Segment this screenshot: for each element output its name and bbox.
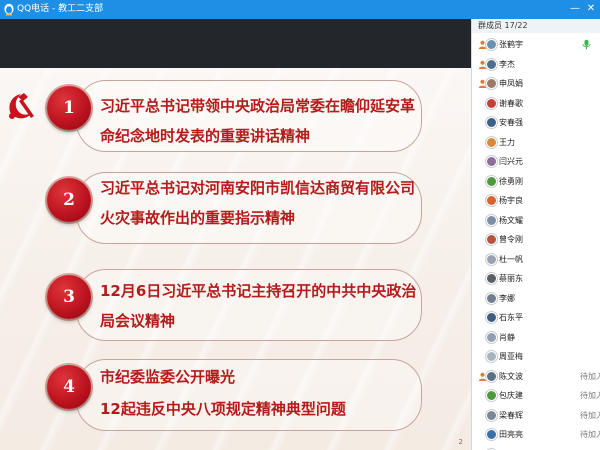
member-name: 李杰 (499, 59, 515, 69)
shared-screen: 1 习近平总书记带领中央政治局常委在瞻仰延安革 命纪念地时发表的重要讲话精神 2… (0, 19, 471, 450)
member-name: 谢春歌 (499, 98, 523, 108)
member-row[interactable]: 李娜 (472, 289, 600, 309)
avatar (486, 390, 497, 401)
member-name: 周亚梅 (499, 352, 523, 361)
member-name: 田亮亮 (499, 430, 523, 439)
agenda-item-text-line-2: 局会议精神 (100, 312, 176, 330)
member-row[interactable]: 申凤娟 (472, 74, 600, 94)
avatar (486, 234, 497, 245)
window-title: QQ电话 - 教工二支部 (17, 4, 104, 14)
member-row[interactable]: 曾令刚 (472, 230, 600, 250)
agenda-item-3: 3 12月6日习近平总书记主持召开的中共中央政治 局会议精神 (46, 269, 426, 345)
avatar (486, 429, 497, 440)
member-name: 安春强 (499, 118, 523, 127)
member-name: 曾令刚 (499, 235, 523, 244)
member-name: 杜一帆 (499, 254, 523, 264)
avatar (486, 214, 497, 226)
avatar (486, 331, 497, 343)
agenda-number-badge: 3 (47, 275, 91, 319)
avatar (486, 175, 497, 187)
member-row[interactable]: 肖静 (472, 328, 600, 348)
member-name: 王力 (499, 137, 515, 147)
qq-penguin-icon (4, 3, 14, 16)
member-name: 包庆建 (499, 391, 523, 400)
agenda-item-text-line-2: 命纪念地时发表的重要讲话精神 (100, 127, 311, 145)
member-row[interactable]: 陈文波 待加入 (472, 367, 600, 387)
agenda-item-2: 2 习近平总书记对河南安阳市凯信达商贸有限公司 火灾事故作出的重要指示精神 (46, 172, 426, 248)
member-name: 杨文耀 (499, 215, 523, 225)
avatar (486, 292, 497, 304)
member-name: 张鹤宇 (499, 40, 523, 49)
agenda-item-text-line-1: 习近平总书记对河南安阳市凯信达商贸有限公司 (100, 179, 416, 197)
avatar (486, 156, 497, 167)
avatar (486, 97, 497, 109)
member-status: 待加入 (580, 410, 600, 420)
member-row[interactable]: 夏锦宏待加入 (472, 445, 600, 450)
member-list[interactable]: 张鹤宇李杰申凤娟谢春歌安春强王力闫兴元徐勇刚杨宇良杨文耀曾令刚杜一帆蔡丽东李娜石… (472, 35, 600, 450)
member-row[interactable]: 梁春辉 待加入 (472, 406, 600, 426)
avatar (486, 312, 497, 323)
member-name: 蔡丽东 (499, 274, 523, 283)
member-row[interactable]: 安春强 (472, 113, 600, 133)
member-row[interactable]: 包庆建 待加入 (472, 386, 600, 406)
member-name: 陈文波 (499, 371, 523, 381)
agenda-item-4: 4 市纪委监委公开曝光 12起违反中央八项规定精神典型问题 (46, 359, 426, 435)
member-row[interactable]: 蔡丽东 (472, 269, 600, 289)
avatar (486, 195, 497, 206)
member-name: 徐勇刚 (499, 176, 523, 186)
member-status: 待加入 (580, 430, 600, 439)
member-row[interactable]: 谢春歌 (472, 94, 600, 114)
member-row[interactable]: 周亚梅 (472, 347, 600, 367)
member-row[interactable]: 王力 (472, 133, 600, 153)
member-row[interactable]: 张鹤宇 (472, 35, 600, 55)
member-row[interactable]: 杨宇良 (472, 191, 600, 211)
agenda-item-text-line-2: 火灾事故作出的重要指示精神 (100, 209, 296, 227)
member-name: 申凤娟 (499, 79, 523, 88)
agenda-item-text-line-1: 市纪委监委公开曝光 (100, 368, 236, 386)
minimize-button[interactable]: — (568, 2, 582, 16)
member-name: 石东平 (499, 313, 523, 322)
member-row[interactable]: 徐勇刚 (472, 172, 600, 192)
member-row[interactable]: 杨文耀 (472, 211, 600, 231)
member-name: 李娜 (499, 293, 515, 303)
avatar (486, 370, 497, 382)
avatar (486, 136, 497, 148)
agenda-item-text-line-1: 习近平总书记带领中央政治局常委在瞻仰延安革 (100, 97, 416, 115)
microphone-icon[interactable] (581, 39, 592, 50)
title-bar: QQ电话 - 教工二支部 — ✕ (0, 0, 600, 19)
avatar (486, 409, 497, 421)
member-status: 待加入 (580, 391, 600, 400)
member-count-header: 群成员 17/22 (472, 19, 600, 33)
member-name: 梁春辉 (499, 410, 523, 420)
avatar (486, 117, 497, 128)
agenda-item-1: 1 习近平总书记带领中央政治局常委在瞻仰延安革 命纪念地时发表的重要讲话精神 (46, 80, 426, 156)
hammer-sickle-icon (9, 93, 34, 119)
member-panel: 群成员 17/22 张鹤宇李杰申凤娟谢春歌安春强王力闫兴元徐勇刚杨宇良杨文耀曾令… (471, 19, 600, 450)
presentation-slide: 1 习近平总书记带领中央政治局常委在瞻仰延安革 命纪念地时发表的重要讲话精神 2… (0, 68, 471, 450)
slide-page-number: 2 (458, 438, 463, 446)
member-name: 杨宇良 (499, 196, 523, 205)
avatar (486, 78, 497, 89)
member-row[interactable]: 石东平 (472, 308, 600, 328)
member-row[interactable]: 杜一帆 (472, 250, 600, 270)
member-name: 闫兴元 (499, 157, 523, 166)
member-name: 肖静 (499, 332, 515, 342)
agenda-item-text-line-2: 12起违反中央八项规定精神典型问题 (100, 400, 346, 418)
avatar (486, 273, 497, 284)
agenda-number-badge: 1 (47, 86, 91, 130)
member-row[interactable]: 李杰 (472, 55, 600, 75)
avatar (486, 351, 497, 362)
member-row[interactable]: 闫兴元 (472, 152, 600, 172)
agenda-item-frame (76, 269, 422, 341)
agenda-number-badge: 2 (47, 178, 91, 222)
agenda-number-badge: 4 (47, 365, 91, 409)
member-row[interactable]: 田亮亮 待加入 (472, 425, 600, 445)
member-status: 待加入 (580, 371, 600, 381)
avatar (486, 253, 497, 265)
avatar (486, 39, 497, 50)
agenda-item-text-line-1: 12月6日习近平总书记主持召开的中共中央政治 (100, 282, 417, 300)
close-button[interactable]: ✕ (584, 2, 598, 16)
avatar (486, 58, 497, 70)
